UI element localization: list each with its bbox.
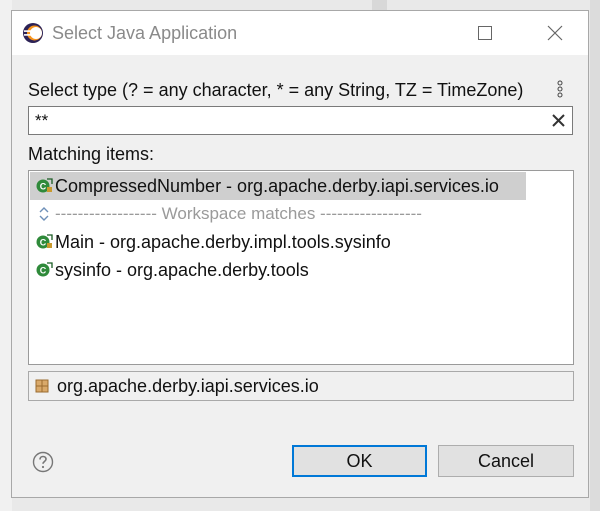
svg-text:C: C [40,182,47,192]
eclipse-icon [23,23,43,43]
java-class-main-icon: C [36,178,53,193]
list-item[interactable]: C sysinfo - org.apache.derby.tools [30,256,572,284]
matching-items-label: Matching items: [28,144,155,164]
close-icon [547,25,563,41]
matching-items-list[interactable]: C CompressedNumber - org.apache.derby.ia… [28,170,574,365]
maximize-button[interactable] [462,11,508,55]
select-java-application-dialog: Select Java Application Select type (? =… [11,10,589,498]
help-icon[interactable] [32,451,54,473]
window-title: Select Java Application [52,23,238,43]
svg-text:C: C [40,266,47,276]
list-item-label: CompressedNumber - org.apache.derby.iapi… [55,175,499,196]
close-button[interactable] [532,11,578,55]
separator-label: ------------------ Workspace matches ---… [55,204,422,223]
clear-icon[interactable] [551,113,566,128]
filter-label: Select type (? = any character, * = any … [28,80,524,100]
cancel-button[interactable]: Cancel [438,445,574,477]
background-panel-edge [372,0,387,10]
package-icon [35,379,49,393]
list-item[interactable]: C Main - org.apache.derby.impl.tools.sys… [30,228,572,256]
list-item-label: sysinfo - org.apache.derby.tools [55,259,309,280]
java-class-main-icon: C [36,262,53,277]
view-menu-icon[interactable] [553,79,567,99]
ok-button[interactable]: OK [292,445,427,477]
maximize-icon [478,26,492,40]
expand-collapse-icon[interactable] [35,205,53,223]
filter-input[interactable] [29,107,551,134]
java-class-main-icon: C [36,234,53,249]
background-right [590,0,600,511]
title-bar[interactable]: Select Java Application [12,11,588,55]
filter-field [28,106,573,135]
list-item-label: Main - org.apache.derby.impl.tools.sysin… [55,231,391,252]
list-item[interactable]: C CompressedNumber - org.apache.derby.ia… [30,172,526,200]
svg-text:C: C [40,238,47,248]
selection-status: org.apache.derby.iapi.services.io [28,371,574,401]
list-separator: ------------------ Workspace matches ---… [30,200,572,228]
status-text: org.apache.derby.iapi.services.io [57,375,319,396]
